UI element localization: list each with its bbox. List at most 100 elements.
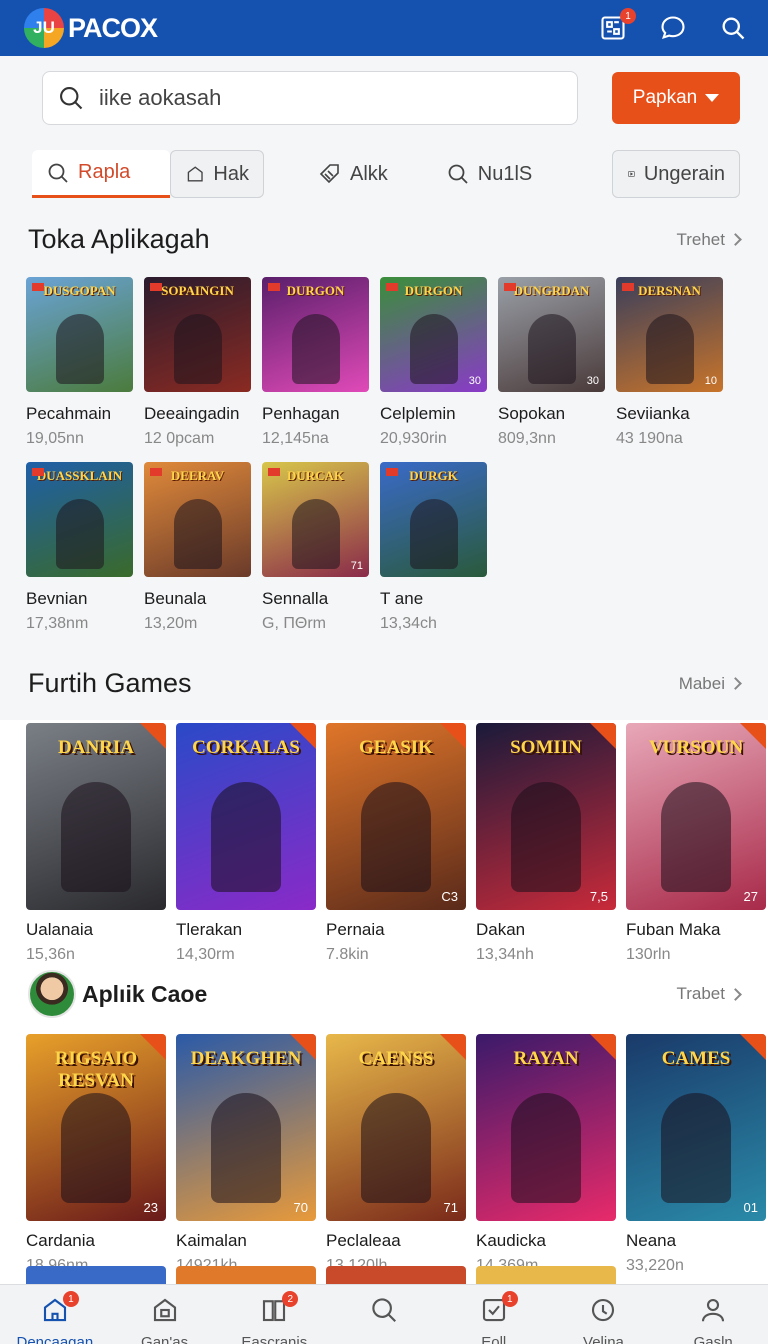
app-thumbnail[interactable]: DEAKGHEN 70 (176, 1034, 316, 1221)
app-thumbnail[interactable]: DURGON 30 (380, 277, 487, 392)
section-header: Furtih Games Mabei (28, 668, 742, 699)
app-card[interactable]: RIGSAIO RESVAN23Cardania18,96nm (26, 1034, 166, 1275)
primary-dropdown-button[interactable]: Papkan (612, 72, 740, 124)
app-card[interactable]: DUASSKLAIN Bevnian 17,38nm (26, 462, 133, 633)
rating-tag-icon (268, 468, 280, 476)
thumbnail-badge-number: 01 (743, 1200, 758, 1215)
app-card[interactable]: DANRIA Ualanaia 15,36n (26, 723, 166, 964)
store-icon (150, 1295, 180, 1330)
section-title: Toka Aplikagah (28, 224, 210, 254)
app-card[interactable]: SOPAINGIN Deeaingadin 12 0pcam (144, 277, 251, 448)
app-card[interactable]: DEERAV Beunala 13,20m (144, 462, 251, 633)
home-icon (187, 166, 203, 182)
app-thumbnail[interactable]: DUNGRDAN 30 (498, 277, 605, 392)
nav-item-dencaagan[interactable]: 1 Dencaagan (0, 1285, 110, 1344)
thumbnail-art-title: SOPAINGIN (161, 283, 234, 298)
app-thumbnail[interactable]: RIGSAIO RESVAN 23 (26, 1034, 166, 1221)
nav-item-eoll[interactable]: 1 Eoll (439, 1285, 549, 1344)
app-thumbnail[interactable]: DANRIA (26, 723, 166, 910)
header-search-button[interactable] (716, 11, 750, 45)
chevron-right-icon (729, 677, 742, 690)
app-thumbnail[interactable]: GEASIK C3 (326, 723, 466, 910)
app-thumbnail[interactable]: VURSOUN 27 (626, 723, 766, 910)
preview-card (26, 1266, 166, 1286)
app-name: Dakan (476, 920, 526, 939)
tag-icon (319, 164, 339, 184)
app-thumbnail[interactable]: RAYAN (476, 1034, 616, 1221)
character-art (361, 782, 431, 892)
app-card[interactable]: DUNGRDAN 30 Sopokan 809,3nn (498, 277, 605, 448)
app-thumbnail[interactable]: CAENSS 71 (326, 1034, 466, 1221)
app-card[interactable]: GEASIK C3 Pernaia 7.8kin (326, 723, 466, 964)
app-card[interactable]: DEAKGHEN70Kaimalan14921kh (176, 1034, 316, 1275)
avatar[interactable] (28, 970, 76, 1018)
app-card[interactable]: VURSOUN 27 Fuban Maka 130rln (626, 723, 766, 964)
app-card[interactable]: DURCAK 71 Sennalla G, ΠΘrm (262, 462, 369, 633)
app-thumbnail[interactable]: DEERAV (144, 462, 251, 577)
nav-item-search[interactable] (329, 1285, 439, 1344)
app-thumbnail[interactable]: CAMES 01 (626, 1034, 766, 1221)
see-more-link[interactable]: Trabet (676, 984, 742, 1004)
corner-ribbon (440, 1034, 466, 1060)
app-card[interactable]: DERSNAN 10 Seviianka 43 190na (616, 277, 723, 448)
app-downloads: 20,930rin (380, 430, 447, 447)
nav-item-gasln[interactable]: Gasln (658, 1285, 768, 1344)
app-card[interactable]: CAENSS71Peclaleaa13.120lh (326, 1034, 466, 1275)
see-more-link[interactable]: Trehet (676, 230, 742, 250)
compass-icon (588, 1295, 618, 1330)
corner-ribbon (290, 723, 316, 749)
app-card[interactable]: DUSGOPAN Pecahmain 19,05nn (26, 277, 133, 448)
section-header: Toka Aplikagah Trehet (28, 224, 742, 255)
tab-nulls[interactable]: Nu1lS (432, 150, 546, 198)
section-header: Aplıik Caoe Trabet (28, 970, 742, 1018)
preview-card (476, 1266, 616, 1286)
app-thumbnail[interactable]: DERSNAN 10 (616, 277, 723, 392)
app-thumbnail[interactable]: SOMIIN 7,5 (476, 723, 616, 910)
tab-label: Nu1lS (477, 162, 533, 185)
app-thumbnail[interactable]: SOPAINGIN (144, 277, 251, 392)
thumbnail-art-title: DUNGRDAN (513, 283, 590, 298)
corner-ribbon (590, 723, 616, 749)
nav-label: Eascranis (241, 1334, 308, 1344)
app-name: Fuban Maka (626, 920, 721, 939)
rating-tag-icon (32, 283, 44, 291)
app-card[interactable]: CORKALAS Tlerakan 14,30rm (176, 723, 316, 964)
thumbnail-art-title: DURGK (409, 468, 458, 483)
chat-bubble-icon (661, 16, 685, 39)
nav-item-velina[interactable]: Velina (549, 1285, 659, 1344)
app-logo[interactable]: JU PACOX (24, 8, 158, 48)
app-card[interactable]: DURGK T ane 13,34ch (380, 462, 487, 633)
tab-label: Rapla (78, 161, 131, 183)
app-card[interactable]: DURGON Penhagan 12,145na (262, 277, 369, 448)
nav-item-gan-as[interactable]: Gan'as (110, 1285, 220, 1344)
app-thumbnail[interactable]: DUASSKLAIN (26, 462, 133, 577)
character-art (511, 782, 581, 892)
search-input[interactable] (99, 85, 539, 111)
see-more-link[interactable]: Mabei (679, 674, 742, 694)
app-card[interactable]: SOMIIN 7,5 Dakan 13,34nh (476, 723, 616, 964)
thumbnail-art-title: DURGON (286, 283, 345, 298)
app-thumbnail[interactable]: DURGON (262, 277, 369, 392)
app-card[interactable]: RAYANKaudicka14,369m (476, 1034, 616, 1275)
category-tabs: Rapla Hak Alkk Nu1lS Ungerain (32, 148, 740, 200)
app-thumbnail[interactable]: DUSGOPAN (26, 277, 133, 392)
app-thumbnail[interactable]: DURGK (380, 462, 487, 577)
tab-rapla[interactable]: Rapla (32, 150, 170, 198)
app-thumbnail[interactable]: DURCAK 71 (262, 462, 369, 577)
thumbnail-badge-number: 27 (743, 889, 758, 904)
tab-alkk[interactable]: Alkk (304, 150, 402, 198)
app-card[interactable]: CAMES 01 Neana 33,220n (626, 1034, 766, 1275)
tab-ungerain[interactable]: Ungerain (612, 150, 740, 198)
tab-hak[interactable]: Hak (170, 150, 264, 198)
qr-scan-button[interactable]: 1 (596, 8, 636, 45)
chat-button[interactable] (656, 11, 690, 45)
search-bar[interactable] (42, 71, 578, 125)
app-downloads: 15,36n (26, 946, 75, 963)
app-downloads: 13,20m (144, 615, 198, 632)
app-name: Sopokan (498, 404, 566, 423)
app-name: Ualanaia (26, 920, 94, 939)
nav-item-eascranis[interactable]: 2 Eascranis (219, 1285, 329, 1344)
app-card[interactable]: DURGON 30 Celplemin 20,930rin (380, 277, 487, 448)
app-downloads: 12,145na (262, 430, 329, 447)
app-thumbnail[interactable]: CORKALAS (176, 723, 316, 910)
